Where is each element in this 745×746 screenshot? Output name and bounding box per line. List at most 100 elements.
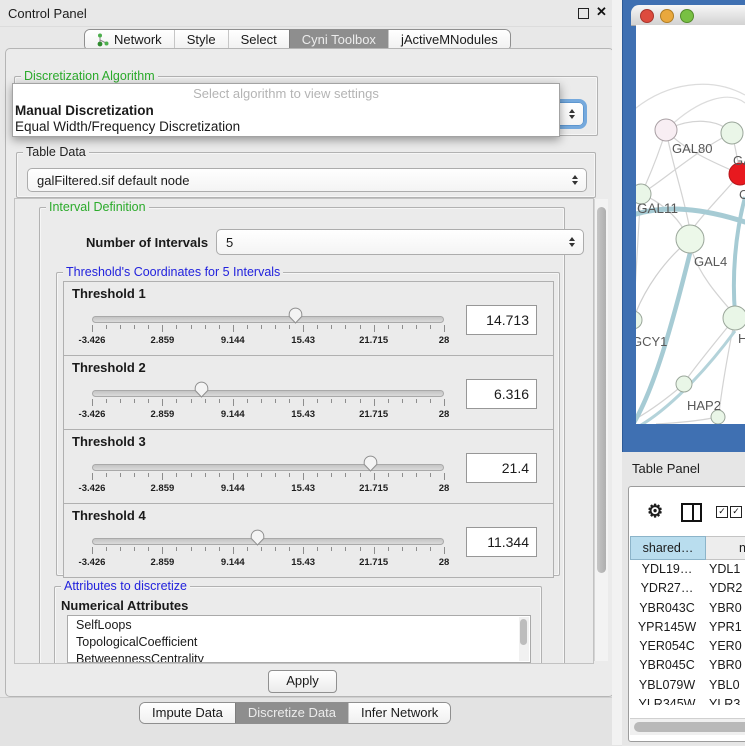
slider-tick — [106, 473, 107, 477]
slider-tick — [374, 325, 375, 332]
apply-button[interactable]: Apply — [268, 670, 337, 693]
table-row[interactable]: YPR145WYPR1 — [630, 618, 745, 637]
tab-infer-network[interactable]: Infer Network — [348, 703, 450, 723]
tab-jactivemnodules[interactable]: jActiveMNodules — [388, 30, 510, 50]
cell-name[interactable]: YBR0 — [704, 656, 745, 675]
table-row[interactable]: YDR27…YDR2 — [630, 579, 745, 598]
slider-tick — [134, 399, 135, 403]
table-horizontal-scrollbar[interactable] — [630, 718, 745, 735]
panel-scrollbar[interactable] — [594, 199, 608, 661]
dropdown-option-manual[interactable]: Manual Discretization — [15, 103, 154, 118]
table-data-combobox[interactable]: galFiltered.sif default node — [27, 168, 587, 192]
slider-tick-label: 9.144 — [221, 409, 245, 420]
cell-name[interactable]: YBL0 — [704, 676, 745, 695]
network-node[interactable] — [676, 376, 692, 392]
split-columns-icon[interactable] — [681, 503, 702, 522]
tab-cyni-toolbox[interactable]: Cyni Toolbox — [289, 30, 388, 50]
numerical-attributes-list[interactable]: SelfLoopsTopologicalCoefficientBetweenne… — [67, 615, 531, 663]
slider-thumb[interactable] — [363, 455, 378, 472]
slider-tick-label: 28 — [439, 409, 450, 420]
cell-name[interactable]: YDR2 — [704, 579, 745, 598]
table-data-group: Table Data galFiltered.sif default node — [16, 152, 596, 198]
cell-shared-name[interactable]: YDR27… — [630, 579, 704, 598]
cell-shared-name[interactable]: YPR145W — [630, 618, 704, 637]
slider-tick — [402, 547, 403, 551]
cell-shared-name[interactable]: YLR345W — [630, 695, 704, 705]
network-node[interactable] — [636, 311, 642, 329]
scrollbar-thumb[interactable] — [634, 722, 745, 732]
tab-impute-data[interactable]: Impute Data — [140, 703, 235, 723]
number-of-intervals-combobox[interactable]: 5 — [216, 229, 584, 255]
slider-thumb[interactable] — [288, 307, 303, 324]
tab-network[interactable]: Network — [85, 30, 174, 50]
table-row[interactable]: YDL19…YDL1 — [630, 560, 745, 579]
slider-thumb[interactable] — [194, 381, 209, 398]
tab-style[interactable]: Style — [174, 30, 228, 50]
network-node[interactable] — [723, 306, 745, 330]
panel-divider[interactable] — [612, 0, 622, 745]
table-row[interactable]: YLR345WYLR3 — [630, 695, 745, 705]
cell-shared-name[interactable]: YDL19… — [630, 560, 704, 579]
minimize-traffic-light-icon[interactable] — [660, 9, 674, 23]
cell-name[interactable]: YLR3 — [704, 695, 745, 705]
cell-shared-name[interactable]: YER054C — [630, 637, 704, 656]
cell-name[interactable]: YDL1 — [704, 560, 745, 579]
tab-discretize-data[interactable]: Discretize Data — [235, 703, 348, 723]
slider-tick-label: 21.715 — [359, 409, 388, 420]
attribute-list-item[interactable]: BetweennessCentrality — [68, 650, 530, 663]
threshold-slider[interactable]: -3.4262.8599.14415.4321.71528 — [92, 530, 444, 570]
column-header-name[interactable]: n — [706, 536, 745, 560]
network-node[interactable] — [721, 122, 743, 144]
cell-name[interactable]: YBR0 — [704, 599, 745, 618]
threshold-value-field[interactable]: 6.316 — [466, 379, 537, 409]
list-scrollbar[interactable] — [519, 617, 529, 661]
threshold-slider[interactable]: -3.4262.8599.14415.4321.71528 — [92, 308, 444, 348]
slider-tick — [402, 325, 403, 329]
threshold-value-field[interactable]: 14.713 — [466, 305, 537, 335]
network-canvas[interactable]: GAL80GAGAL11CGAL4GCY1HHAP2 — [636, 25, 745, 424]
cell-shared-name[interactable]: YBR043C — [630, 599, 704, 618]
float-window-icon[interactable] — [578, 8, 589, 19]
table-row[interactable]: YBR043CYBR0 — [630, 599, 745, 618]
network-node[interactable] — [655, 119, 677, 141]
slider-track[interactable] — [92, 316, 444, 323]
threshold-value-field[interactable]: 11.344 — [466, 527, 537, 557]
dropdown-option-equal-width[interactable]: Equal Width/Frequency Discretization — [15, 119, 240, 134]
network-window-titlebar[interactable] — [631, 5, 745, 26]
group-title: Threshold's Coordinates for 5 Intervals — [63, 265, 283, 279]
column-header-shared-name[interactable]: shared… — [630, 536, 706, 560]
gear-icon[interactable]: ⚙ — [647, 501, 663, 522]
close-icon[interactable]: ✕ — [596, 4, 607, 20]
table-row[interactable]: YER054CYER0 — [630, 637, 745, 656]
slider-ticks — [92, 473, 444, 481]
slider-track[interactable] — [92, 390, 444, 397]
threshold-value-field[interactable]: 21.4 — [466, 453, 537, 483]
cell-shared-name[interactable]: YBL079W — [630, 676, 704, 695]
cell-name[interactable]: YER0 — [704, 637, 745, 656]
network-node[interactable] — [676, 225, 704, 253]
slider-tick-labels: -3.4262.8599.14415.4321.71528 — [92, 483, 444, 493]
zoom-traffic-light-icon[interactable] — [680, 9, 694, 23]
checkbox-icon[interactable]: ✓ — [730, 506, 742, 518]
table-header-row: shared… n — [630, 536, 745, 560]
close-traffic-light-icon[interactable] — [640, 9, 654, 23]
scrollbar-thumb[interactable] — [520, 619, 527, 645]
tab-select[interactable]: Select — [228, 30, 289, 50]
number-of-intervals-label: Number of Intervals — [86, 235, 208, 250]
slider-thumb[interactable] — [250, 529, 265, 546]
table-row[interactable]: YBL079WYBL0 — [630, 676, 745, 695]
attribute-list-item[interactable]: SelfLoops — [68, 616, 530, 633]
cell-shared-name[interactable]: YBR045C — [630, 656, 704, 675]
slider-tick-label: 21.715 — [359, 557, 388, 568]
scrollbar-thumb[interactable] — [597, 207, 606, 573]
cell-name[interactable]: YPR1 — [704, 618, 745, 637]
attribute-list-item[interactable]: TopologicalCoefficient — [68, 633, 530, 650]
table-row[interactable]: YBR045CYBR0 — [630, 656, 745, 675]
threshold-slider[interactable]: -3.4262.8599.14415.4321.71528 — [92, 456, 444, 496]
slider-track[interactable] — [92, 538, 444, 545]
slider-tick — [275, 473, 276, 477]
slider-tick — [303, 399, 304, 406]
slider-track[interactable] — [92, 464, 444, 471]
checkbox-icon[interactable]: ✓ — [716, 506, 728, 518]
threshold-slider[interactable]: -3.4262.8599.14415.4321.71528 — [92, 382, 444, 422]
